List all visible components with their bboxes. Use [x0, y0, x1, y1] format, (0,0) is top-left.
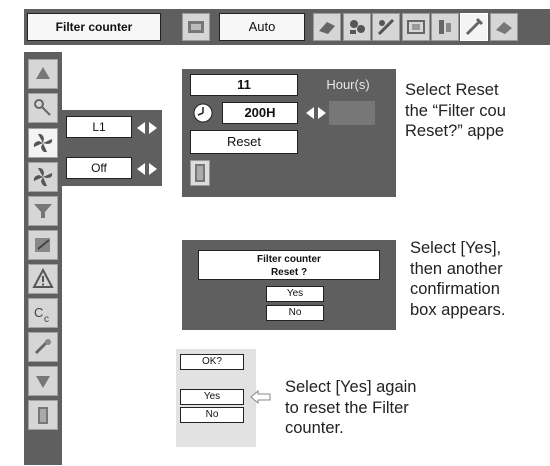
screen-icon[interactable]	[402, 13, 430, 41]
svg-text:C: C	[34, 305, 43, 320]
information-icon[interactable]	[490, 13, 518, 41]
fan-value[interactable]: Off	[66, 157, 132, 179]
warning-icon[interactable]	[28, 264, 58, 294]
filter-timer-value[interactable]: 200H	[222, 102, 298, 124]
step3-line2: to reset the Filter	[285, 398, 409, 417]
key-icon[interactable]	[28, 93, 58, 123]
edit-icon[interactable]	[28, 230, 58, 260]
final-no-button[interactable]: No	[180, 407, 244, 423]
clock-icon	[190, 101, 216, 125]
step2-line2: then another	[410, 259, 503, 278]
image-select-icon[interactable]	[343, 13, 371, 41]
reset-button[interactable]: Reset	[190, 130, 298, 154]
input-mode-value[interactable]: Auto	[219, 13, 305, 41]
pc-adjust-icon[interactable]	[313, 13, 341, 41]
step2-line4: box appears.	[410, 300, 506, 319]
step2-line1: Select [Yes],	[410, 239, 502, 257]
service-icon[interactable]	[28, 332, 58, 362]
step3-line1: Select [Yes] again	[285, 378, 417, 396]
input-source-icon[interactable]	[182, 13, 210, 41]
step1-caption: Select Reset the “Filter cou Reset?” app…	[405, 80, 550, 142]
step2-line3: confirmation	[410, 280, 500, 298]
fan-arrows-icon[interactable]	[136, 162, 158, 176]
lamp-fan-icon[interactable]	[28, 128, 58, 158]
step1-line3: Reset?” appe	[405, 122, 505, 140]
setting-icon[interactable]	[460, 13, 488, 41]
fan-icon[interactable]	[28, 162, 58, 192]
confirm-no-button[interactable]: No	[266, 305, 324, 321]
step3-line3: counter.	[285, 419, 344, 437]
closed-caption-icon[interactable]: Cc	[28, 298, 58, 328]
lamp-mode-arrows-icon[interactable]	[136, 121, 158, 135]
step3-caption: Select [Yes] again to reset the Filter c…	[285, 377, 485, 439]
menu-down-icon[interactable]	[28, 366, 58, 396]
timer-blank-slot	[329, 101, 375, 125]
ok-prompt: OK?	[180, 354, 244, 370]
hours-unit-label: Hour(s)	[326, 77, 370, 92]
step1-line2: the “Filter cou	[405, 101, 506, 120]
menu-up-icon[interactable]	[28, 59, 58, 89]
exit-door-icon[interactable]	[28, 400, 58, 430]
pointer-arrow-icon	[250, 389, 272, 405]
menu-title: Filter counter	[27, 13, 161, 41]
step1-line1: Select Reset	[405, 81, 499, 99]
lamp-mode-value[interactable]: L1	[66, 116, 132, 138]
svg-text:c: c	[44, 314, 49, 325]
final-yes-button[interactable]: Yes	[180, 389, 244, 405]
filter-icon[interactable]	[28, 196, 58, 226]
confirm-yes-button[interactable]: Yes	[266, 286, 324, 302]
step2-caption: Select [Yes], then another confirmation …	[410, 238, 550, 320]
panel-exit-icon[interactable]	[190, 160, 210, 186]
timer-arrows-icon[interactable]	[305, 106, 327, 120]
confirm-title-line2: Reset ?	[270, 267, 308, 278]
confirm-title-line1: Filter counter	[257, 254, 321, 265]
reset-confirm-message: Filter counter Reset ?	[198, 250, 380, 280]
sound-icon[interactable]	[431, 13, 459, 41]
filter-hours-value: 11	[190, 74, 298, 96]
image-adjust-icon[interactable]	[372, 13, 400, 41]
